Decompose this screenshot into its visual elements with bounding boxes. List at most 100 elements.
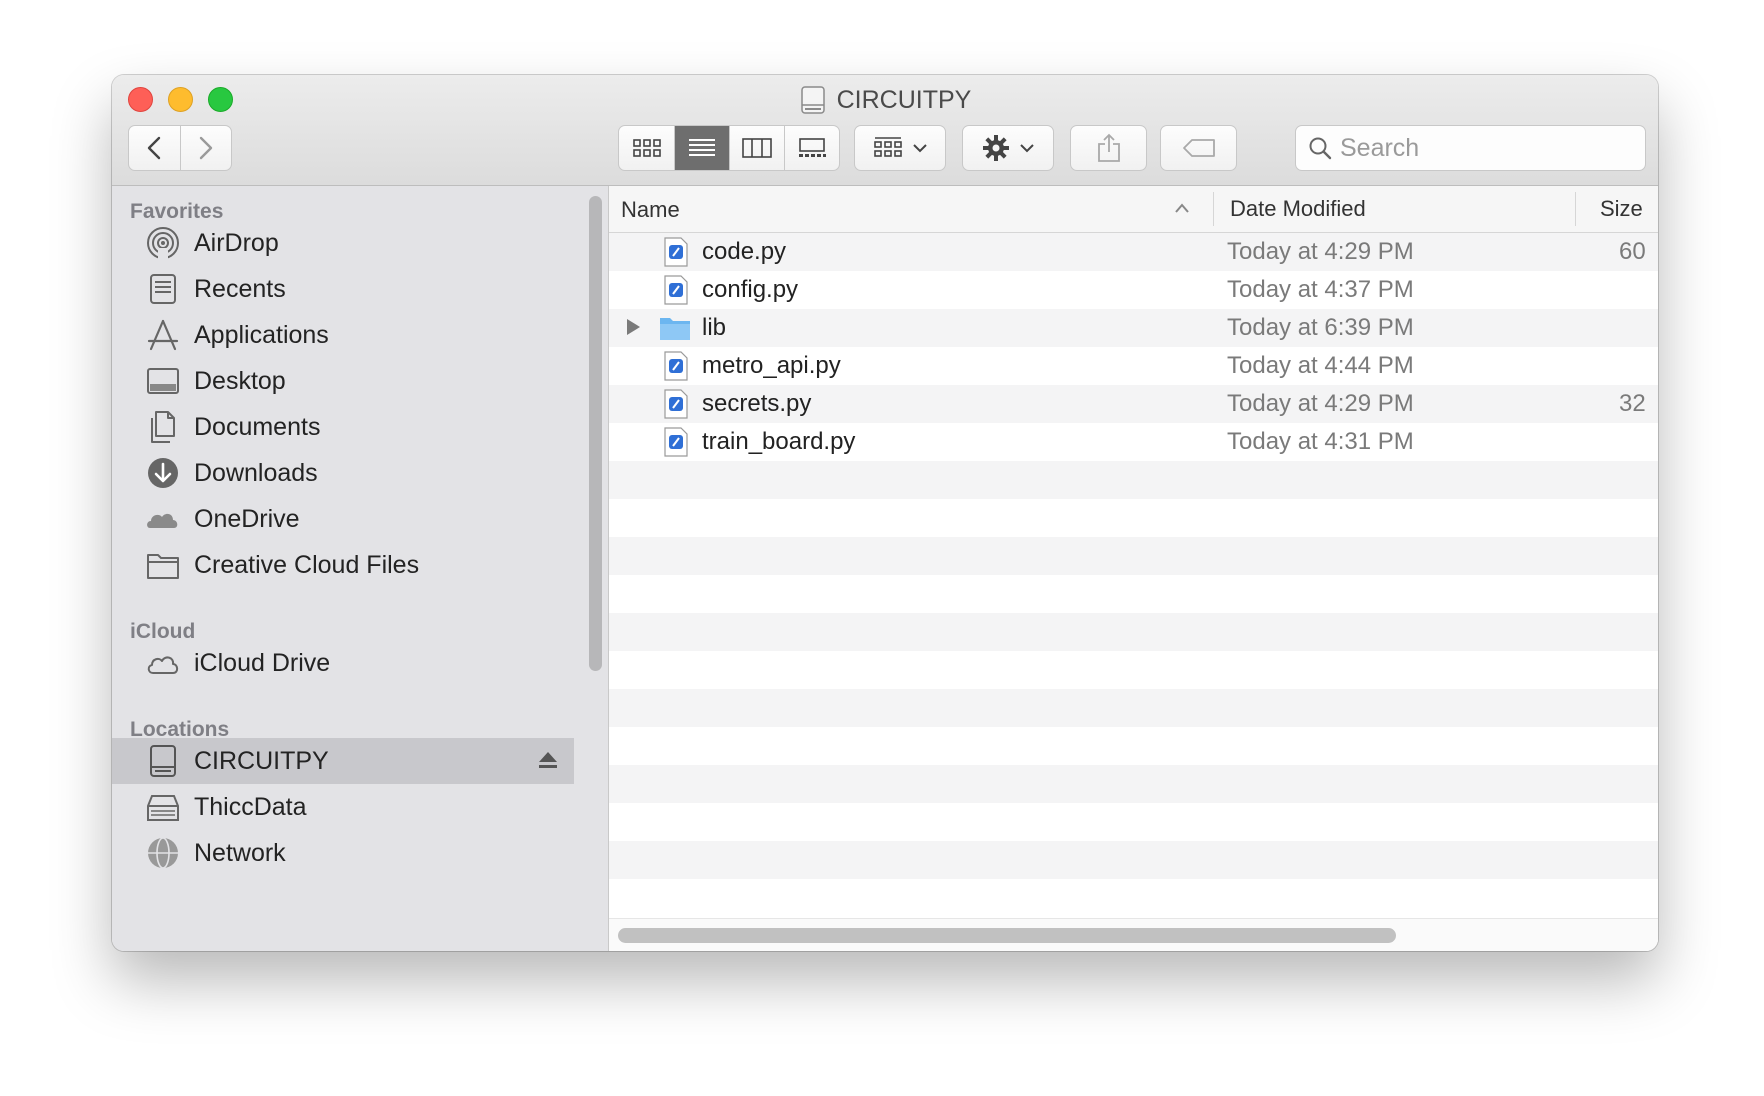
- sidebar-item-label: AirDrop: [194, 228, 279, 257]
- file-date: Today at 4:44 PM: [1227, 352, 1414, 379]
- sidebar-item-circuitpy[interactable]: CIRCUITPY: [112, 738, 574, 784]
- table-row[interactable]: config.py Today at 4:37 PM: [609, 271, 1658, 309]
- empty-row: [609, 613, 1658, 651]
- chevron-down-icon: [913, 144, 927, 153]
- file-date: Today at 6:39 PM: [1227, 314, 1414, 341]
- gear-icon: [983, 135, 1009, 161]
- sidebar-item-thiccdata[interactable]: ThiccData: [112, 784, 574, 830]
- search-icon: [1309, 137, 1332, 160]
- sidebar-item-label: iCloud Drive: [194, 648, 331, 677]
- table-row[interactable]: lib Today at 6:39 PM: [609, 309, 1658, 347]
- title-bar: CIRCUITPY: [112, 75, 1658, 186]
- drive-icon: [150, 745, 176, 777]
- chevron-right-icon: [199, 136, 213, 160]
- sidebar-item-icloud-drive[interactable]: iCloud Drive: [112, 640, 574, 686]
- column-header-size[interactable]: Size: [1575, 192, 1658, 226]
- file-name: config.py: [702, 276, 799, 303]
- column-header-name[interactable]: Name: [621, 186, 1211, 233]
- column-view-button[interactable]: [729, 126, 784, 170]
- python-file-icon: [664, 427, 688, 457]
- icon-view-button[interactable]: [619, 126, 674, 170]
- sidebar: Favorites AirDrop Recents Applications D…: [112, 186, 609, 951]
- file-date: Today at 4:29 PM: [1227, 238, 1414, 265]
- sidebar-item-label: Documents: [194, 412, 321, 441]
- search-input[interactable]: [1340, 133, 1630, 163]
- table-row[interactable]: secrets.py Today at 4:29 PM 32: [609, 385, 1658, 423]
- desktop-icon: [147, 368, 179, 394]
- sidebar-item-desktop[interactable]: Desktop: [112, 358, 574, 404]
- empty-row: [609, 879, 1658, 917]
- sidebar-item-label: Network: [194, 838, 286, 867]
- column-header-row: Name Date Modified Size: [609, 186, 1658, 233]
- empty-row: [609, 461, 1658, 499]
- disclosure-triangle-icon[interactable]: [625, 318, 641, 336]
- eject-icon[interactable]: [538, 750, 558, 770]
- horizontal-scrollbar-thumb[interactable]: [618, 928, 1396, 943]
- sidebar-item-documents[interactable]: Documents: [112, 404, 574, 450]
- view-mode-segmented-control: [618, 125, 840, 171]
- python-file-icon: [664, 237, 688, 267]
- empty-row: [609, 575, 1658, 613]
- sidebar-item-recents[interactable]: Recents: [112, 266, 574, 312]
- sidebar-item-label: OneDrive: [194, 504, 300, 533]
- python-file-icon: [664, 275, 688, 305]
- sidebar-item-onedrive[interactable]: OneDrive: [112, 496, 574, 542]
- python-file-icon: [664, 389, 688, 419]
- table-row[interactable]: code.py Today at 4:29 PM 60: [609, 233, 1658, 271]
- file-name: train_board.py: [702, 428, 856, 455]
- sidebar-item-label: Recents: [194, 274, 286, 303]
- list-view-button[interactable]: [674, 126, 729, 170]
- onedrive-icon: [147, 513, 178, 528]
- file-rows: code.py Today at 4:29 PM 60 config.py To…: [609, 233, 1658, 917]
- network-icon: [148, 837, 178, 869]
- share-button[interactable]: [1070, 125, 1147, 171]
- sidebar-item-label: Applications: [194, 320, 329, 349]
- file-date: Today at 4:31 PM: [1227, 428, 1414, 455]
- airdrop-icon: [147, 227, 179, 260]
- search-field[interactable]: [1295, 125, 1646, 171]
- sidebar-item-label: Downloads: [194, 458, 318, 487]
- sidebar-item-label: ThiccData: [194, 792, 307, 821]
- sidebar-scrollbar-thumb[interactable]: [589, 196, 602, 671]
- empty-row: [609, 841, 1658, 879]
- empty-row: [609, 651, 1658, 689]
- share-icon: [1097, 133, 1120, 162]
- file-date: Today at 4:29 PM: [1227, 390, 1414, 417]
- recents-icon: [150, 274, 176, 304]
- documents-icon: [151, 411, 175, 443]
- sidebar-item-downloads[interactable]: Downloads: [112, 450, 574, 496]
- empty-row: [609, 727, 1658, 765]
- sidebar-item-airdrop[interactable]: AirDrop: [112, 220, 574, 266]
- tag-icon: [1182, 139, 1215, 157]
- forward-button[interactable]: [179, 126, 231, 170]
- drive-icon: [800, 86, 825, 114]
- table-row[interactable]: train_board.py Today at 4:31 PM: [609, 423, 1658, 461]
- sidebar-item-creative-cloud-files[interactable]: Creative Cloud Files: [112, 542, 574, 588]
- columns-icon: [742, 138, 772, 158]
- navigation-buttons: [128, 125, 232, 171]
- empty-row: [609, 499, 1658, 537]
- applications-icon: [147, 319, 179, 351]
- file-list: Name Date Modified Size code.py Today at…: [609, 186, 1658, 951]
- tags-button[interactable]: [1160, 125, 1237, 171]
- column-header-date-modified[interactable]: Date Modified: [1213, 192, 1573, 226]
- sort-ascending-icon: [1175, 203, 1189, 213]
- file-date: Today at 4:37 PM: [1227, 276, 1414, 303]
- folder-icon: [147, 554, 179, 579]
- empty-row: [609, 803, 1658, 841]
- sidebar-item-network[interactable]: Network: [112, 830, 574, 876]
- table-row[interactable]: metro_api.py Today at 4:44 PM: [609, 347, 1658, 385]
- back-button[interactable]: [129, 126, 180, 170]
- list-icon: [689, 139, 715, 156]
- sidebar-item-applications[interactable]: Applications: [112, 312, 574, 358]
- group-by-button[interactable]: [854, 125, 946, 171]
- action-button[interactable]: [962, 125, 1054, 171]
- gallery-view-button[interactable]: [784, 126, 839, 170]
- chevron-down-icon: [1020, 144, 1034, 153]
- gallery-icon: [799, 138, 826, 157]
- file-name: metro_api.py: [702, 352, 841, 379]
- window-title: CIRCUITPY: [112, 83, 1658, 117]
- finder-window: CIRCUITPY Search Favorites AirDrop Recen…: [112, 75, 1658, 951]
- python-file-icon: [664, 351, 688, 381]
- file-name: secrets.py: [702, 390, 812, 417]
